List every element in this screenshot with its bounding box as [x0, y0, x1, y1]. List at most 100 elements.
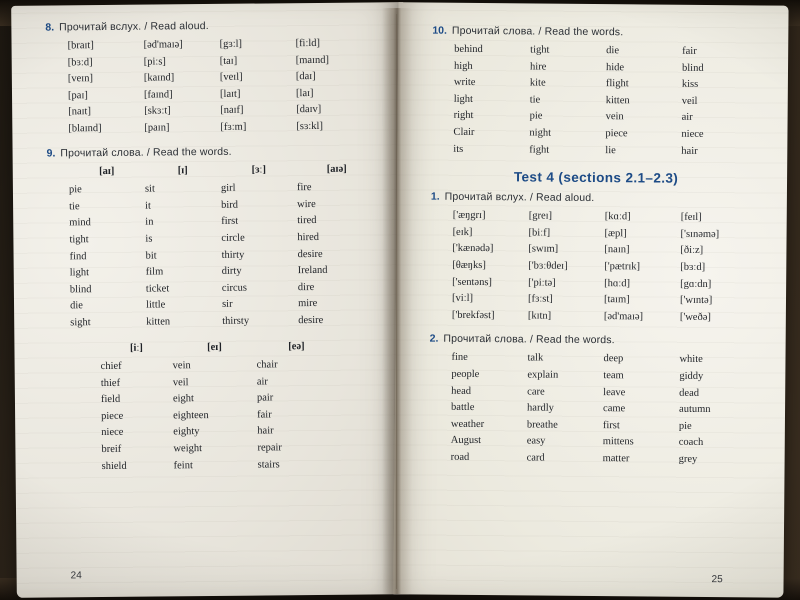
- word-item: night: [529, 127, 552, 139]
- word-item: kitten: [605, 94, 630, 107]
- word-item: kitten: [146, 316, 171, 328]
- exercise-10-col-4: fair blind kiss veil air niece hair: [681, 44, 762, 161]
- exercise-1-col-3: [kɑːd] [æpl] [naɪn] ['pætrɪk] [hɑːd] [ta…: [604, 209, 681, 326]
- word-item: eighty: [173, 426, 200, 438]
- word-item: road: [450, 451, 470, 463]
- word-item: eight: [172, 393, 195, 405]
- transcription-item: [maɪnd]: [295, 54, 330, 66]
- word-item: care: [527, 385, 545, 398]
- exercise-8-number: 8.: [45, 21, 55, 34]
- word-item: piece: [605, 128, 628, 140]
- word-item: behind: [454, 43, 483, 56]
- exercise-8-col-3: [gɜːl] [taɪ] [veɪl] [laɪt] [naɪf] [fɜːm]: [219, 36, 296, 136]
- transcription-item: [əd'maɪə]: [603, 310, 644, 323]
- transcription-item: [feɪl]: [680, 211, 702, 224]
- transcription-item: [biːf]: [528, 227, 551, 239]
- transcription-item: [paɪ]: [67, 89, 88, 102]
- word-item: mind: [69, 217, 91, 229]
- transcription-item: ['piːtə]: [528, 276, 556, 289]
- word-item: circus: [221, 282, 248, 294]
- exercise-8-col-2: [əd'maɪə] [piːs] [kaɪnd] [faɪnd] [skɜːt]…: [143, 37, 220, 137]
- word-item: first: [221, 216, 239, 228]
- transcription-item: [laɪ]: [295, 87, 314, 99]
- word-item: explain: [527, 369, 559, 381]
- column-header-sound: [iː]: [129, 342, 143, 354]
- word-item: Ireland: [297, 264, 328, 277]
- transcription-item: [daɪ]: [295, 71, 316, 83]
- word-item: fair: [257, 409, 272, 421]
- word-item: light: [69, 267, 90, 279]
- exercise-2-columns: fine people head battle weather August r…: [451, 350, 760, 469]
- word-item: thirsty: [222, 315, 250, 327]
- word-item: stairs: [257, 458, 280, 471]
- word-item: bird: [221, 199, 239, 211]
- word-item: eighteen: [173, 409, 209, 422]
- word-item: veil: [172, 376, 189, 389]
- right-page: 10. Прочитай слова. / Read the words. be…: [393, 2, 789, 598]
- word-item: its: [453, 143, 464, 155]
- transcription-item: [blaɪnd]: [68, 123, 102, 135]
- word-item: mittens: [602, 436, 634, 448]
- transcription-item: [θæŋks]: [452, 259, 486, 272]
- word-item: August: [450, 435, 482, 447]
- column-header-sound: [aɪ]: [99, 165, 115, 177]
- transcription-item: [braɪt]: [67, 40, 94, 52]
- transcription-item: [laɪt]: [219, 88, 241, 100]
- word-item: people: [451, 368, 480, 380]
- exercise-8-columns: [braɪt] [bɜːd] [veɪn] [paɪ] [naɪt] [blaɪ…: [67, 35, 376, 138]
- transcription-item: ['sɪnəmə]: [680, 228, 720, 240]
- word-item: veil: [681, 95, 698, 107]
- word-item: fight: [529, 144, 550, 156]
- word-item: right: [453, 110, 474, 122]
- word-item: white: [679, 354, 703, 366]
- column-header-sound: [aɪə]: [326, 163, 347, 175]
- word-item: dead: [679, 387, 700, 399]
- word-item: matter: [602, 452, 630, 465]
- word-item: tie: [529, 94, 541, 106]
- right-page-content: 10. Прочитай слова. / Read the words. be…: [429, 25, 763, 469]
- word-item: wire: [297, 198, 316, 210]
- transcription-item: [eɪk]: [452, 226, 473, 238]
- word-item: dire: [297, 281, 315, 293]
- transcription-item: [ðiːz]: [680, 245, 704, 257]
- word-item: lie: [605, 144, 616, 156]
- word-item: it: [145, 200, 151, 212]
- transcription-item: [taɪm]: [603, 294, 630, 306]
- word-item: deep: [603, 353, 624, 365]
- word-item: feint: [173, 459, 193, 472]
- transcription-item: [əd'maɪə]: [143, 39, 183, 51]
- exercise-9-title: Прочитай слова. / Read the words.: [60, 145, 232, 159]
- word-item: pie: [68, 184, 82, 196]
- word-item: coach: [678, 437, 704, 449]
- transcription-item: [kɑːd]: [604, 211, 631, 223]
- word-item: head: [451, 385, 472, 397]
- transcription-item: ['bɜːθdeɪ]: [528, 260, 568, 272]
- column-header-sound: [ɪ]: [177, 164, 188, 176]
- exercise-9-col-1: [aɪ] pie tie mind tight find light blind…: [69, 163, 147, 332]
- word-item: air: [256, 376, 268, 388]
- word-item: hide: [605, 61, 625, 73]
- exercise-2-heading: 2. Прочитай слова. / Read the words.: [430, 333, 760, 348]
- transcription-item: ['æŋgrɪ]: [452, 209, 486, 222]
- column-header-sound: [ɜː]: [251, 164, 267, 176]
- word-item: vein: [172, 360, 191, 372]
- transcription-item: ['wɪntə]: [679, 294, 713, 307]
- word-item: desire: [297, 248, 323, 260]
- word-item: breif: [101, 443, 122, 456]
- word-item: piece: [101, 410, 124, 422]
- transcription-item: ['sentəns]: [452, 276, 492, 288]
- left-page-sound-block-columns: [iː] chief thief field piece niece breif…: [100, 338, 379, 475]
- exercise-9-number: 9.: [46, 147, 56, 160]
- exercise-2-title: Прочитай слова. / Read the words.: [443, 333, 615, 347]
- word-item: bit: [145, 250, 157, 262]
- transcription-item: [kɪtn]: [527, 310, 552, 322]
- word-item: blind: [69, 283, 92, 296]
- exercise-10-columns: behind high write light right Clair its …: [453, 42, 762, 161]
- exercise-10-col-2: tight hire kite tie pie night fight: [529, 42, 606, 159]
- word-item: shield: [101, 460, 127, 472]
- word-item: write: [453, 76, 476, 89]
- word-item: tight: [69, 234, 89, 246]
- word-item: flight: [605, 78, 629, 90]
- transcription-item: [kaɪnd]: [143, 72, 175, 84]
- word-item: niece: [681, 128, 704, 140]
